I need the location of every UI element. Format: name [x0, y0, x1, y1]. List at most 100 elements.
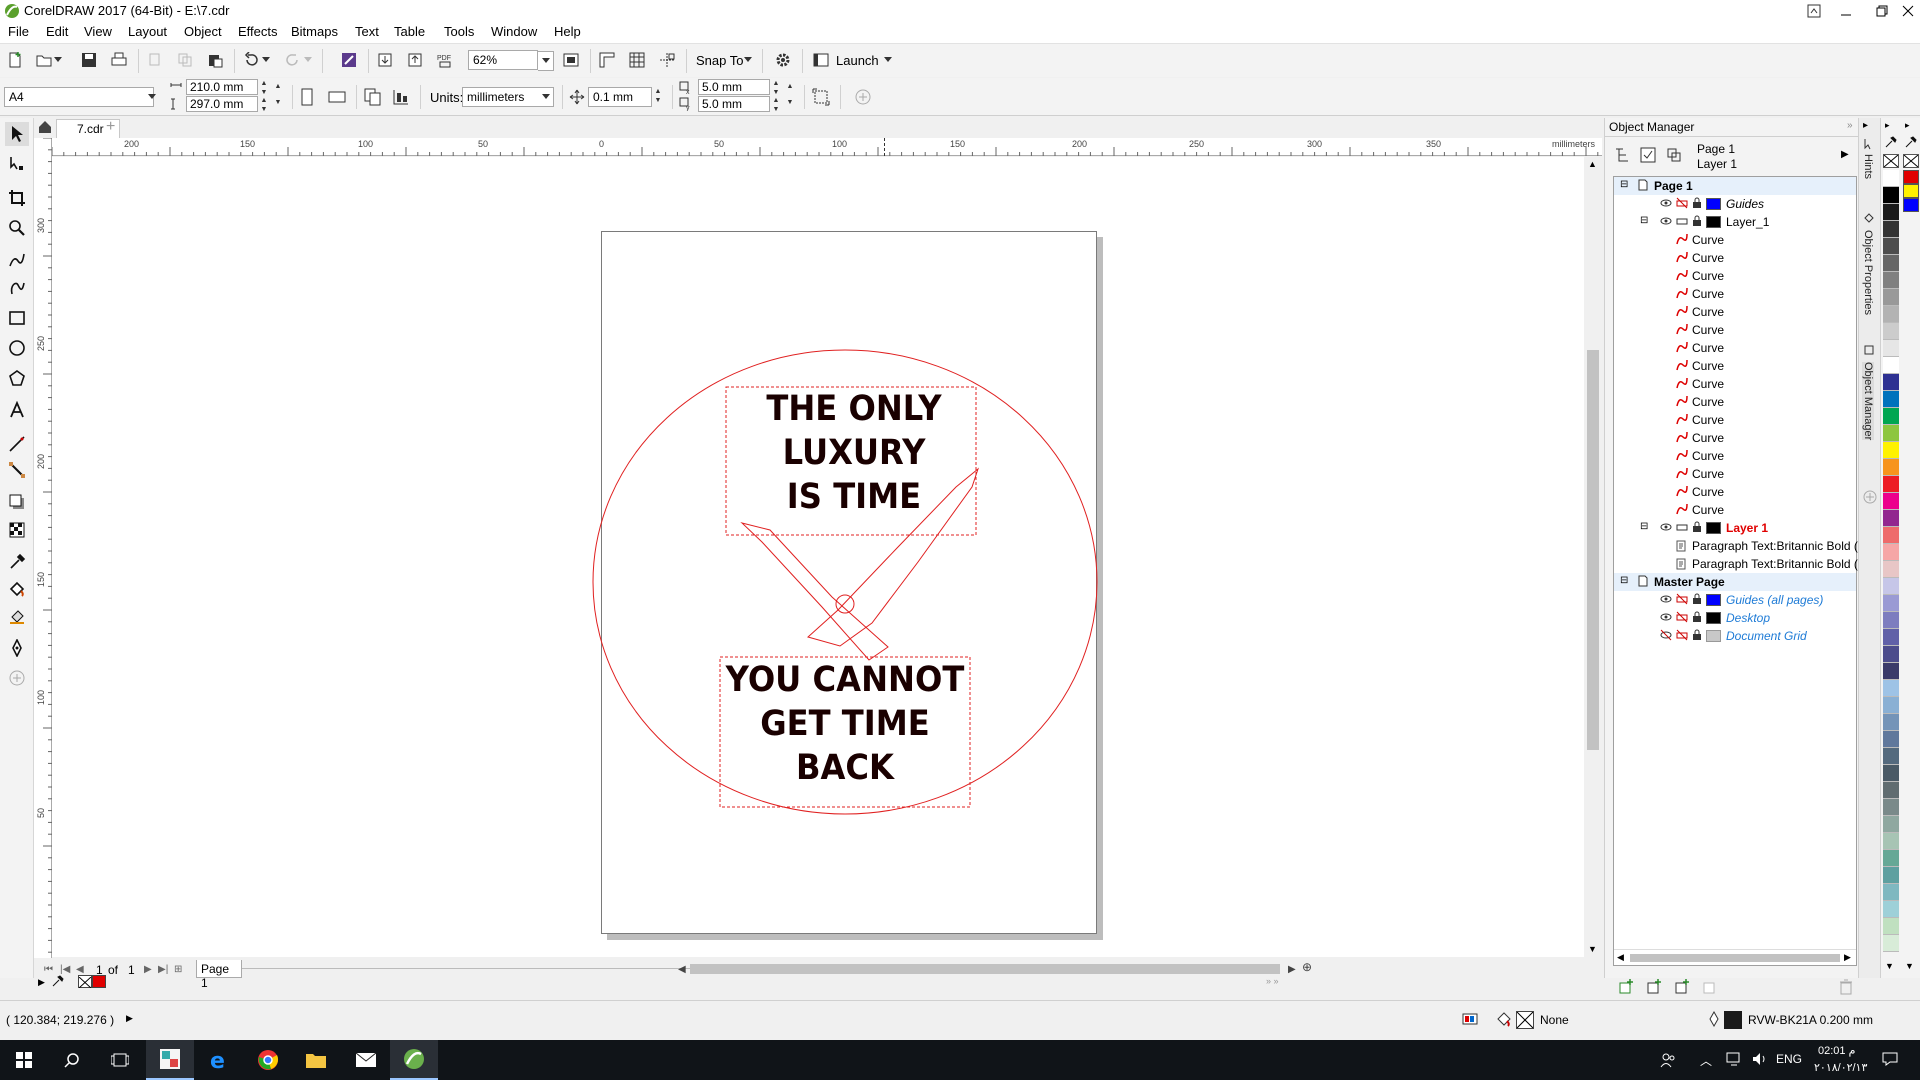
- search-icon[interactable]: [48, 1040, 96, 1080]
- mail-app-icon[interactable]: [342, 1040, 390, 1080]
- palette-swatch[interactable]: [1883, 799, 1899, 816]
- palette-swatch[interactable]: [1883, 408, 1899, 425]
- launch-icon[interactable]: [810, 49, 832, 71]
- tree-row-layer_1[interactable]: ⊟ Layer_1: [1614, 213, 1856, 231]
- add-tool-icon[interactable]: [5, 666, 29, 690]
- tree-row-curve[interactable]: Curve: [1614, 231, 1856, 249]
- edge-browser-icon[interactable]: e: [196, 1040, 244, 1080]
- menu-layout[interactable]: Layout: [128, 24, 167, 39]
- palette-swatch[interactable]: [1883, 663, 1899, 680]
- add-docker-icon[interactable]: [1863, 490, 1877, 507]
- lock-icon[interactable]: [1692, 629, 1702, 644]
- print-disabled-icon[interactable]: [1676, 611, 1688, 626]
- previous-page-icon[interactable]: ◀: [76, 964, 84, 975]
- collapse-icon[interactable]: ⊟: [1640, 215, 1648, 226]
- palette-swatch[interactable]: [1883, 867, 1899, 884]
- nudge-distance-field[interactable]: 0.1 mm: [588, 87, 652, 107]
- printable-icon[interactable]: [1676, 215, 1688, 230]
- palette-swatch[interactable]: [1883, 238, 1899, 255]
- palette-swatch[interactable]: [1883, 782, 1899, 799]
- page-size-select[interactable]: A4: [4, 87, 154, 107]
- eyedropper-icon[interactable]: [1885, 136, 1897, 151]
- new-master-layer-all-icon[interactable]: [1671, 976, 1693, 998]
- full-screen-preview-icon[interactable]: [560, 49, 582, 71]
- tree-row-curve[interactable]: Curve: [1614, 501, 1856, 519]
- size-step-spinner[interactable]: ▲ ▼: [272, 79, 284, 113]
- tree-row-curve[interactable]: Curve: [1614, 303, 1856, 321]
- snap-to-chevron-icon[interactable]: [742, 49, 754, 71]
- start-windows-icon[interactable]: [0, 1040, 48, 1080]
- palette-swatch[interactable]: [1883, 493, 1899, 510]
- tree-row-curve[interactable]: Curve: [1614, 375, 1856, 393]
- coreldraw-taskbar-icon[interactable]: [390, 1040, 438, 1080]
- print-disabled-icon[interactable]: [1676, 629, 1688, 644]
- tree-row-layer1[interactable]: ⊟ Layer 1: [1614, 519, 1856, 537]
- width-spinner[interactable]: ▲ ▼: [258, 79, 270, 96]
- palette-menu-icon[interactable]: ▸: [1905, 120, 1910, 131]
- duplicate-step-spinner[interactable]: ▲ ▼: [784, 79, 796, 113]
- publish-pdf-icon[interactable]: PDF: [434, 49, 456, 71]
- scroll-down-icon[interactable]: ▼: [1588, 944, 1597, 954]
- copy-icon[interactable]: [174, 49, 196, 71]
- side-tab-arrow-icon[interactable]: ▸: [1863, 120, 1868, 131]
- artwork-vectors[interactable]: [52, 157, 1584, 957]
- menu-bitmaps[interactable]: Bitmaps: [291, 24, 338, 39]
- lock-icon[interactable]: [1692, 611, 1702, 626]
- fill-indicator-icon[interactable]: [1496, 1011, 1512, 1030]
- palette-swatch[interactable]: [1883, 221, 1899, 238]
- visibility-eye-icon[interactable]: [1660, 521, 1672, 536]
- outline-color-swatch[interactable]: [1724, 1011, 1742, 1029]
- tree-horizontal-scrollbar[interactable]: ◀ ▶: [1614, 949, 1856, 965]
- page-size-chevron-icon[interactable]: [146, 89, 158, 105]
- height-spinner[interactable]: ▲ ▼: [258, 96, 270, 113]
- palette-swatch[interactable]: [1883, 748, 1899, 765]
- tree-row-curve[interactable]: Curve: [1614, 267, 1856, 285]
- hints-tab[interactable]: Hints: [1862, 154, 1874, 179]
- palette-swatch[interactable]: [1883, 833, 1899, 850]
- palette-swatch-blue[interactable]: [1903, 198, 1919, 212]
- palette-swatch[interactable]: [1883, 425, 1899, 442]
- edit-across-layers-icon[interactable]: [1663, 144, 1685, 166]
- palette-swatch[interactable]: [1883, 935, 1899, 952]
- tree-row-curve[interactable]: Curve: [1614, 393, 1856, 411]
- tree-row-curve[interactable]: Curve: [1614, 429, 1856, 447]
- tree-row-master-page[interactable]: ⊟ Master Page: [1614, 573, 1856, 591]
- outline-pen-tool-icon[interactable]: [5, 636, 29, 660]
- palette-swatch[interactable]: [1883, 289, 1899, 306]
- show-guidelines-icon[interactable]: [656, 49, 678, 71]
- first-page-icon[interactable]: ⏮: [44, 964, 53, 975]
- export-icon[interactable]: [404, 49, 426, 71]
- no-color-swatch[interactable]: [1903, 154, 1919, 168]
- new-layer-icon[interactable]: [1615, 976, 1637, 998]
- home-icon[interactable]: [38, 120, 52, 134]
- shape-tool-icon[interactable]: [5, 152, 29, 176]
- drop-shadow-tool-icon[interactable]: [5, 490, 29, 514]
- horizontal-scroll-thumb[interactable]: [690, 964, 1280, 974]
- visibility-eye-icon[interactable]: [1660, 197, 1672, 212]
- page-tab[interactable]: Page 1: [196, 960, 242, 990]
- lock-icon[interactable]: [1692, 197, 1702, 212]
- tree-row-curve[interactable]: Curve: [1614, 411, 1856, 429]
- fill-none-swatch[interactable]: [1516, 1011, 1534, 1029]
- tree-scroll-thumb[interactable]: [1630, 954, 1840, 962]
- eyedropper-icon[interactable]: [1905, 136, 1917, 151]
- rectangle-tool-icon[interactable]: [5, 306, 29, 330]
- undo-dropdown-chevron-icon[interactable]: [260, 49, 272, 71]
- palette-scroll-down-icon[interactable]: ▼: [1885, 961, 1894, 971]
- menu-table[interactable]: Table: [394, 24, 425, 39]
- open-dropdown-chevron-icon[interactable]: [52, 49, 64, 71]
- collapse-icon[interactable]: ⊟: [1620, 575, 1628, 586]
- menu-file[interactable]: File: [8, 24, 29, 39]
- palette-swatch[interactable]: [1883, 612, 1899, 629]
- menu-tools[interactable]: Tools: [444, 24, 474, 39]
- tree-row-curve[interactable]: Curve: [1614, 285, 1856, 303]
- palette-swatch[interactable]: [1883, 442, 1899, 459]
- palette-scroll-down-icon[interactable]: ▼: [1905, 961, 1914, 971]
- palette-swatch[interactable]: [1883, 850, 1899, 867]
- duplicate-y-spinner[interactable]: ▲ ▼: [770, 96, 782, 113]
- polygon-tool-icon[interactable]: [5, 366, 29, 390]
- document-palette-expand-icon[interactable]: ▶: [38, 977, 45, 988]
- no-color-swatch[interactable]: [78, 975, 92, 989]
- palette-swatch[interactable]: [1883, 646, 1899, 663]
- palette-swatch[interactable]: [1883, 544, 1899, 561]
